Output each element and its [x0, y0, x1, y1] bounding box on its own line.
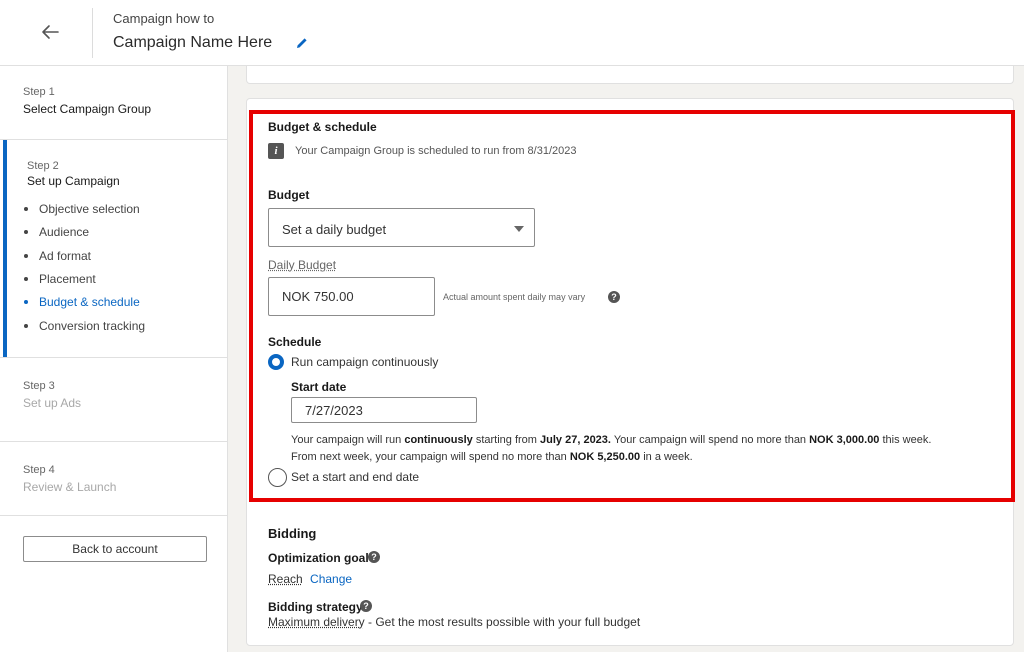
step-number: Step 4 — [23, 464, 55, 476]
step-title: Set up Campaign — [27, 174, 120, 188]
optimization-goal-value: Reach — [268, 572, 303, 586]
step-number: Step 1 — [23, 86, 55, 98]
substep-label: Objective selection — [39, 202, 140, 216]
active-step-indicator — [3, 140, 7, 357]
bullet-dot — [24, 299, 28, 304]
substep-conversion-tracking[interactable]: Conversion tracking — [24, 319, 145, 333]
help-icon[interactable]: ? — [368, 551, 380, 563]
bullet-dot — [24, 229, 28, 234]
optimization-goal-label: Optimization goal — [268, 551, 369, 565]
bidding-strategy-label: Bidding strategy — [268, 600, 363, 614]
step-1[interactable]: Step 1 Select Campaign Group — [0, 66, 228, 140]
previous-card — [246, 66, 1014, 84]
back-arrow-icon[interactable] — [38, 20, 62, 44]
change-goal-link[interactable]: Change — [310, 572, 352, 586]
campaign-name-title: Campaign Name Here — [113, 34, 273, 51]
step-4[interactable]: Step 4 Review & Launch — [0, 442, 228, 516]
bidding-section-title: Bidding — [268, 526, 317, 541]
substep-label: Audience — [39, 225, 90, 239]
substep-ad-format[interactable]: Ad format — [24, 249, 91, 263]
step-title: Set up Ads — [23, 396, 82, 410]
highlight-box — [249, 110, 1015, 502]
top-bar: Campaign how to Campaign Name Here — [0, 0, 1024, 66]
edit-pencil-icon[interactable] — [295, 36, 309, 50]
bidding-strategy-desc: - Get the most results possible with you… — [364, 615, 641, 629]
substep-audience[interactable]: Audience — [24, 225, 89, 239]
help-icon[interactable]: ? — [360, 600, 372, 612]
step-number: Step 3 — [23, 380, 55, 392]
step-3[interactable]: Step 3 Set up Ads — [0, 358, 228, 442]
substep-budget-schedule[interactable]: Budget & schedule — [24, 295, 140, 309]
bullet-dot — [24, 206, 28, 211]
substep-label: Placement — [39, 272, 96, 286]
header-divider — [92, 8, 93, 58]
step-title: Review & Launch — [23, 480, 117, 494]
bidding-strategy-row: Maximum delivery - Get the most results … — [268, 615, 640, 629]
substep-placement[interactable]: Placement — [24, 272, 96, 286]
back-to-account-button[interactable]: Back to account — [23, 536, 207, 562]
substep-label: Ad format — [39, 249, 92, 263]
substep-label: Conversion tracking — [39, 319, 146, 333]
bullet-dot — [24, 323, 28, 328]
bullet-dot — [24, 253, 28, 258]
step-2[interactable]: Step 2 Set up Campaign Objective selecti… — [0, 140, 228, 358]
step-number: Step 2 — [27, 160, 59, 172]
bidding-strategy-value[interactable]: Maximum delivery — [268, 615, 365, 629]
breadcrumb: Campaign how to — [113, 11, 215, 26]
optimization-goal-row: Reach Change — [268, 572, 352, 586]
step-title: Select Campaign Group — [23, 102, 152, 116]
step-sidebar: Step 1 Select Campaign Group Step 2 Set … — [0, 66, 228, 652]
bullet-dot — [24, 276, 28, 281]
substep-objective[interactable]: Objective selection — [24, 202, 140, 216]
substep-label: Budget & schedule — [39, 295, 140, 309]
